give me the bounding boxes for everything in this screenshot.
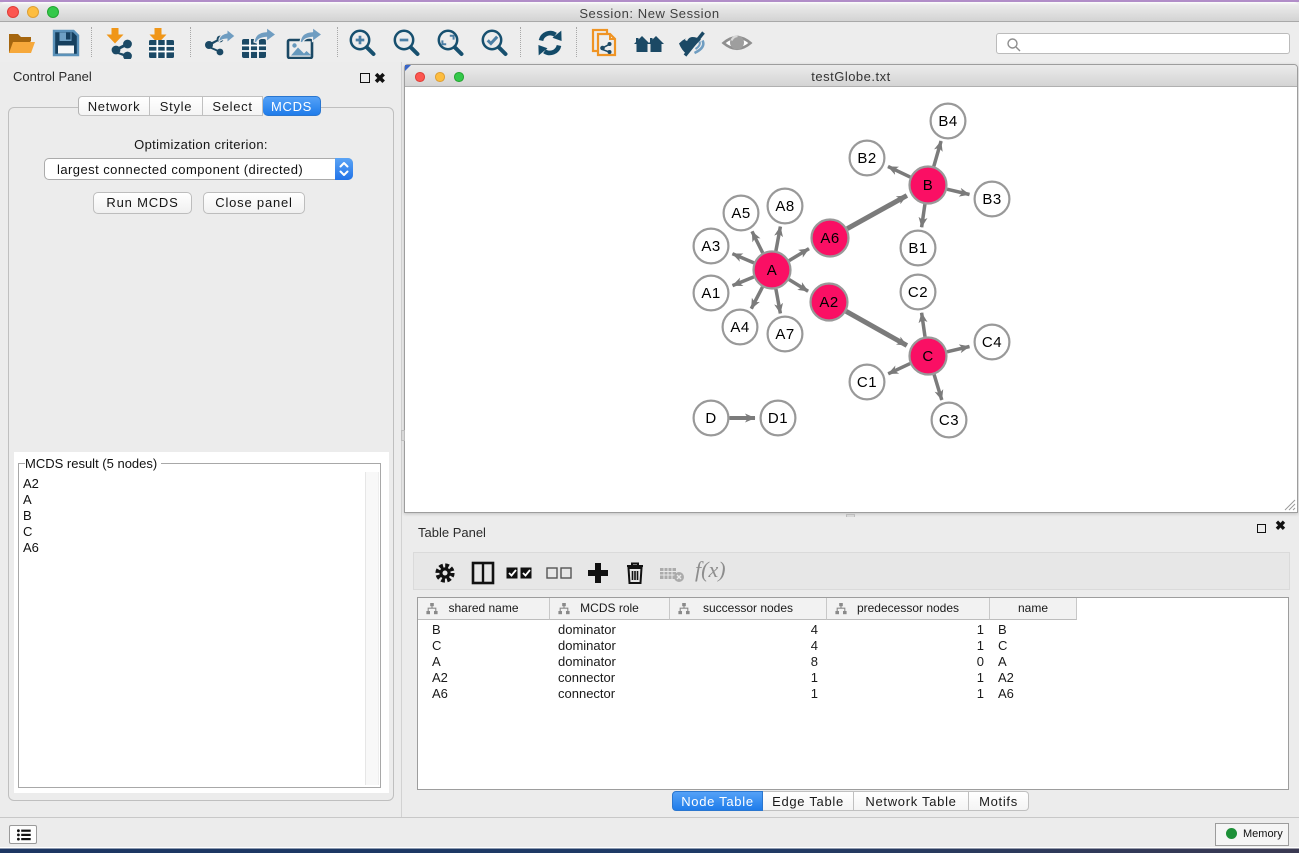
svg-text:A: A (767, 262, 778, 279)
svg-text:A1: A1 (701, 285, 720, 302)
svg-text:A8: A8 (775, 198, 794, 215)
svg-text:C1: C1 (857, 374, 877, 391)
svg-text:A7: A7 (775, 326, 794, 343)
svg-text:A4: A4 (730, 319, 749, 336)
svg-text:C4: C4 (982, 334, 1002, 351)
svg-text:B3: B3 (982, 191, 1001, 208)
svg-text:A6: A6 (820, 230, 839, 247)
svg-text:C2: C2 (908, 284, 928, 301)
svg-text:C: C (922, 348, 933, 365)
svg-text:A3: A3 (701, 238, 720, 255)
svg-text:C3: C3 (939, 412, 959, 429)
svg-text:D: D (705, 410, 716, 427)
svg-text:B: B (923, 177, 934, 194)
svg-text:B2: B2 (857, 150, 876, 167)
svg-text:B1: B1 (908, 240, 927, 257)
svg-text:B4: B4 (938, 113, 957, 130)
svg-text:A5: A5 (731, 205, 750, 222)
svg-text:D1: D1 (768, 410, 788, 427)
svg-text:A2: A2 (819, 294, 838, 311)
